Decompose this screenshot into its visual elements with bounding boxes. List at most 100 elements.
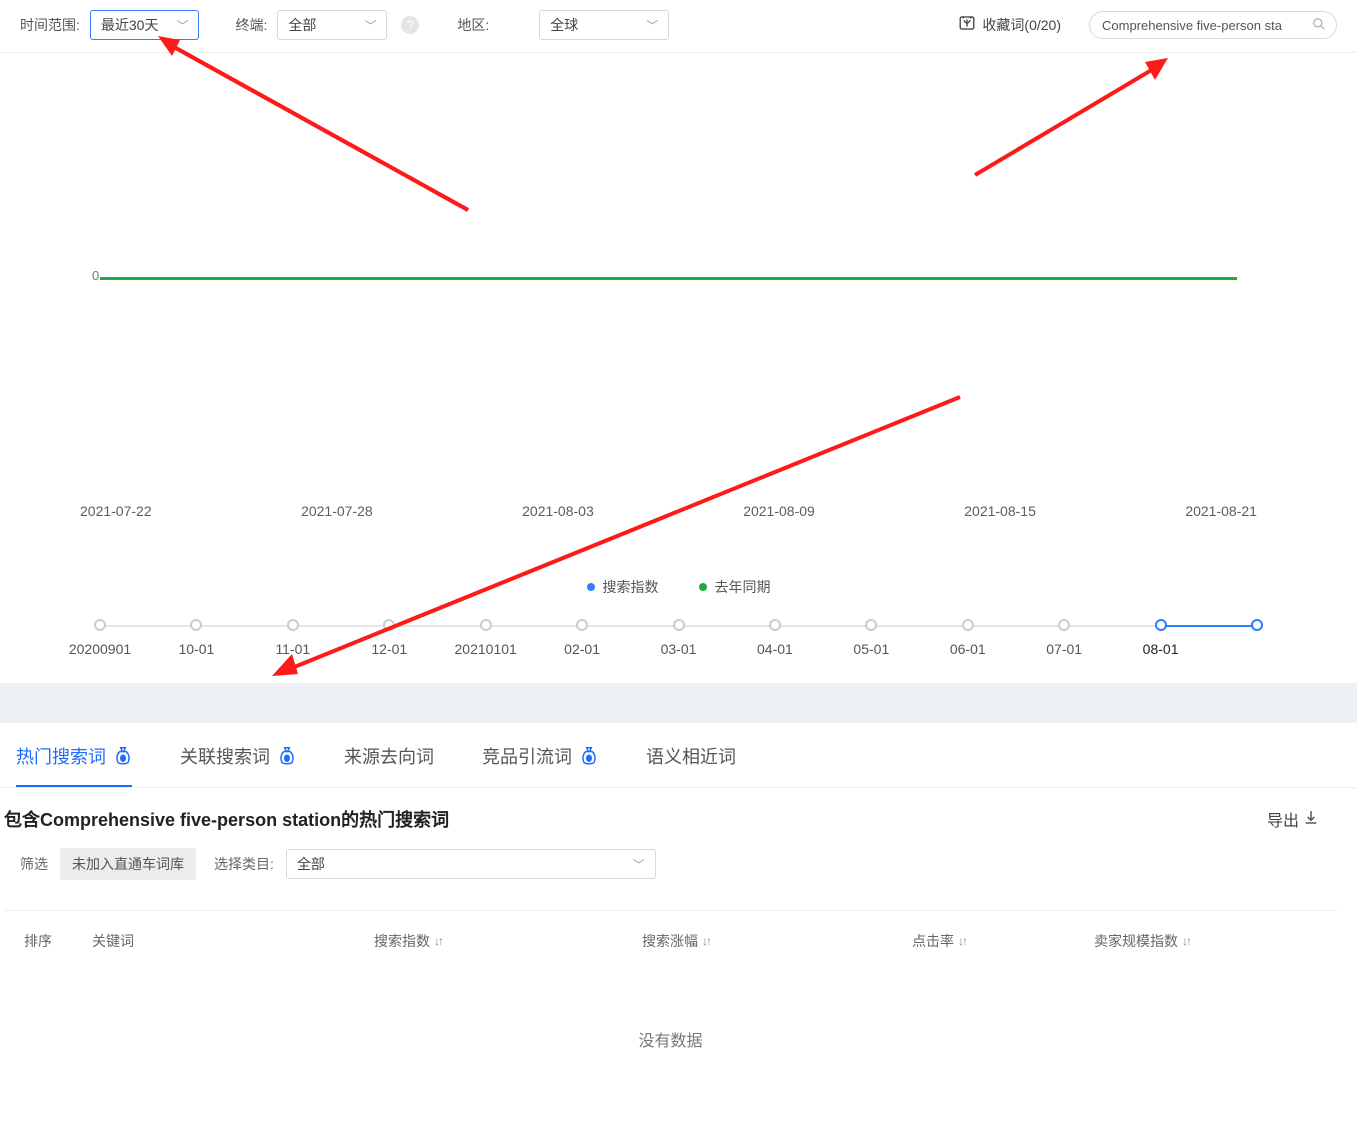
timeline-tick[interactable] xyxy=(865,619,877,631)
section-title: 包含Comprehensive five-person station的热门搜索… xyxy=(4,806,449,832)
terminal-value: 全部 xyxy=(288,15,316,35)
favorites-button[interactable]: 收藏词(0/20) xyxy=(958,14,1061,37)
timeline-tick[interactable] xyxy=(287,619,299,631)
tab-label: 来源去向词 xyxy=(344,743,434,769)
timeline-tick-label: 02-01 xyxy=(564,641,600,657)
section-divider xyxy=(0,683,1357,723)
chevron-down-icon: ﹀ xyxy=(176,17,188,34)
th-seller-scale[interactable]: 卖家规模指数 ↓↑ xyxy=(1094,931,1244,951)
timeline-range-selector[interactable]: 2020090110-0111-0112-012021010102-0103-0… xyxy=(100,619,1257,659)
sort-icon: ↓↑ xyxy=(434,934,442,948)
chevron-down-icon: ﹀ xyxy=(646,17,658,34)
th-keyword: 关键词 xyxy=(92,931,374,951)
terminal-select[interactable]: 全部 ﹀ xyxy=(277,10,387,40)
th-label: 点击率 xyxy=(912,931,954,951)
sort-icon: ↓↑ xyxy=(1182,934,1190,948)
th-label: 搜索指数 xyxy=(374,931,430,951)
timeline-tick-label: 08-01 xyxy=(1143,641,1179,657)
th-label: 卖家规模指数 xyxy=(1094,931,1178,951)
timeline-tick-label: 07-01 xyxy=(1046,641,1082,657)
timeline-tick[interactable] xyxy=(94,619,106,631)
money-bag-icon xyxy=(278,746,296,766)
th-ctr[interactable]: 点击率 ↓↑ xyxy=(912,931,1094,951)
legend-label: 搜索指数 xyxy=(603,577,659,597)
sort-icon: ↓↑ xyxy=(958,934,966,948)
category-select-label: 选择类目: xyxy=(214,854,274,874)
timeline-tick-label: 05-01 xyxy=(853,641,889,657)
legend-item-search-index[interactable]: 搜索指数 xyxy=(587,577,659,597)
search-input[interactable] xyxy=(1102,18,1312,33)
help-icon[interactable]: ? xyxy=(401,16,419,34)
timeline-tick[interactable] xyxy=(673,619,685,631)
sort-icon: ↓↑ xyxy=(702,934,710,948)
timeline-tick[interactable] xyxy=(576,619,588,631)
timeline-tick[interactable] xyxy=(1251,619,1263,631)
x-tick: 2021-07-22 xyxy=(80,503,152,519)
tab-source-dest-keywords[interactable]: 来源去向词 xyxy=(344,743,434,787)
timeline-tick-label: 20200901 xyxy=(69,641,131,657)
tab-semantic-keywords[interactable]: 语义相近词 xyxy=(646,743,736,787)
timeline-tick[interactable] xyxy=(1058,619,1070,631)
legend-item-last-year[interactable]: 去年同期 xyxy=(699,577,771,597)
th-search-trend[interactable]: 搜索涨幅 ↓↑ xyxy=(642,931,912,951)
timeline-tick[interactable] xyxy=(190,619,202,631)
favorites-label: 收藏词(0/20) xyxy=(982,15,1061,35)
search-box[interactable] xyxy=(1089,11,1337,39)
timeline-tick[interactable] xyxy=(383,619,395,631)
money-bag-icon xyxy=(580,746,598,766)
tab-hot-keywords[interactable]: 热门搜索词 xyxy=(16,743,132,787)
search-icon xyxy=(1312,17,1326,34)
timeline-tick-label: 06-01 xyxy=(950,641,986,657)
timeline-tick-label: 12-01 xyxy=(371,641,407,657)
x-tick: 2021-08-21 xyxy=(1185,503,1257,519)
tab-competitor-keywords[interactable]: 竞品引流词 xyxy=(482,743,598,787)
table-nodata: 没有数据 xyxy=(4,971,1337,1131)
chevron-down-icon: ﹀ xyxy=(633,856,645,873)
tab-label: 关联搜索词 xyxy=(180,743,270,769)
y-axis-tick: 0 xyxy=(92,268,99,283)
x-tick: 2021-08-09 xyxy=(743,503,815,519)
time-range-value: 最近30天 xyxy=(101,15,159,35)
chart-legend: 搜索指数 去年同期 xyxy=(20,577,1337,597)
filter-label: 筛选 xyxy=(20,854,48,874)
timeline-tick[interactable] xyxy=(962,619,974,631)
tab-label: 竞品引流词 xyxy=(482,743,572,769)
keyword-tabs: 热门搜索词 关联搜索词 来源去向词 竞品引流词 xyxy=(0,723,1357,788)
line-chart: 0 xyxy=(20,53,1337,271)
tab-related-keywords[interactable]: 关联搜索词 xyxy=(180,743,296,787)
section-filters: 筛选 未加入直通车词库 选择类目: 全部 ﹀ xyxy=(4,848,1337,880)
timeline-tick[interactable] xyxy=(1155,619,1167,631)
timeline-tick-label: 11-01 xyxy=(275,641,310,657)
th-search-index[interactable]: 搜索指数 ↓↑ xyxy=(374,931,642,951)
x-tick: 2021-07-28 xyxy=(301,503,373,519)
category-select[interactable]: 全部 ﹀ xyxy=(286,849,656,879)
hot-keywords-section: 包含Comprehensive five-person station的热门搜索… xyxy=(0,788,1357,1131)
category-select-value: 全部 xyxy=(297,854,325,874)
time-range-label: 时间范围: xyxy=(20,15,80,35)
tab-label: 热门搜索词 xyxy=(16,743,106,769)
timeline-tick[interactable] xyxy=(769,619,781,631)
export-button[interactable]: 导出 xyxy=(1267,807,1337,831)
chart-zone: 0 2021-07-22 2021-07-28 2021-08-03 2021-… xyxy=(0,53,1357,683)
x-tick: 2021-08-15 xyxy=(964,503,1036,519)
series-line-last-year xyxy=(100,277,1237,280)
chevron-down-icon: ﹀ xyxy=(364,17,376,34)
tab-label: 语义相近词 xyxy=(646,743,736,769)
timeline-tick[interactable] xyxy=(480,619,492,631)
region-label: 地区: xyxy=(457,15,489,35)
th-label: 搜索涨幅 xyxy=(642,931,698,951)
region-select[interactable]: 全球 ﹀ xyxy=(539,10,669,40)
money-bag-icon xyxy=(114,746,132,766)
timeline-tick-label: 20210101 xyxy=(455,641,517,657)
region-value: 全球 xyxy=(550,15,578,35)
bookmark-icon xyxy=(958,14,976,37)
filter-bar: 时间范围: 最近30天 ﹀ 终端: 全部 ﹀ ? 地区: 全球 ﹀ 收藏词(0/… xyxy=(0,0,1357,53)
timeline-tick-label: 03-01 xyxy=(661,641,697,657)
legend-label: 去年同期 xyxy=(715,577,771,597)
th-order: 排序 xyxy=(24,931,92,951)
time-range-select[interactable]: 最近30天 ﹀ xyxy=(90,10,200,40)
timeline-tick-label: 04-01 xyxy=(757,641,793,657)
timeline-tick-label: 10-01 xyxy=(179,641,215,657)
download-icon xyxy=(1303,809,1319,830)
filter-pill-not-in-ztc[interactable]: 未加入直通车词库 xyxy=(60,848,196,880)
